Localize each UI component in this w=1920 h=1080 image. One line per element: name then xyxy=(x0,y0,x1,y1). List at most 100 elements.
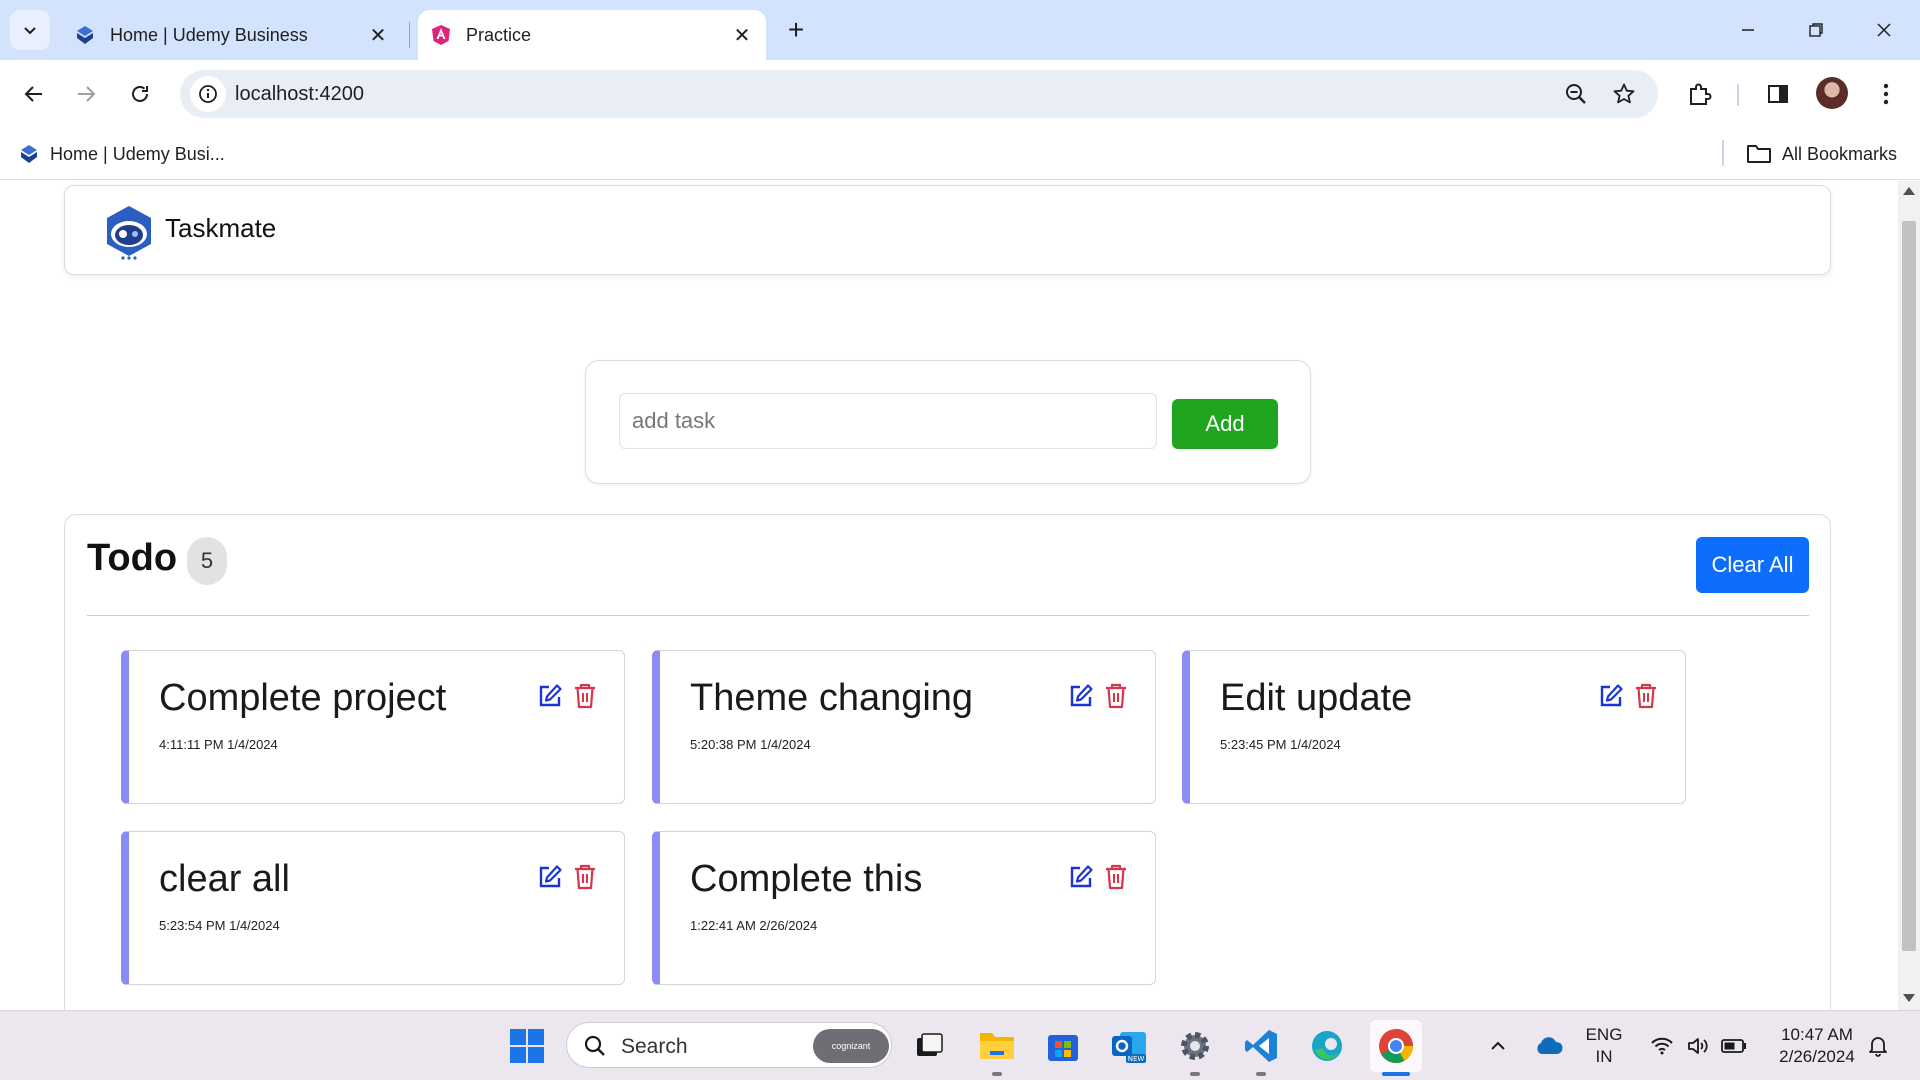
trash-icon[interactable] xyxy=(1634,683,1658,709)
address-bar[interactable]: localhost:4200 xyxy=(180,70,1658,118)
edit-icon[interactable] xyxy=(1068,864,1094,890)
store-button[interactable] xyxy=(1042,1025,1084,1067)
minimize-button[interactable] xyxy=(1728,10,1768,50)
brand-name: Taskmate xyxy=(165,213,277,243)
task-view-button[interactable] xyxy=(908,1025,950,1067)
running-indicator xyxy=(1256,1072,1266,1076)
edge-button[interactable] xyxy=(1306,1025,1348,1067)
bookmark-star-button[interactable] xyxy=(1608,78,1640,110)
chrome-button[interactable] xyxy=(1370,1020,1422,1072)
wifi-button[interactable] xyxy=(1644,1025,1680,1067)
clear-all-button[interactable]: Clear All xyxy=(1696,537,1809,593)
tab-udemy[interactable]: Home | Udemy Business ✕ xyxy=(62,10,402,60)
settings-button[interactable] xyxy=(1174,1025,1216,1067)
task-name: Edit update xyxy=(1220,677,1413,719)
extensions-button[interactable] xyxy=(1680,74,1720,114)
add-button[interactable]: Add xyxy=(1172,399,1278,449)
tab-practice[interactable]: Practice ✕ xyxy=(418,10,766,60)
task-name: Theme changing xyxy=(690,677,974,719)
scroll-down-arrow[interactable] xyxy=(1903,994,1915,1002)
battery-button[interactable] xyxy=(1716,1025,1752,1067)
trash-icon[interactable] xyxy=(573,683,597,709)
start-button[interactable] xyxy=(506,1025,548,1067)
edit-icon[interactable] xyxy=(537,683,563,709)
angular-favicon-icon xyxy=(432,25,450,45)
task-card: clear all 5:23:54 PM 1/4/2024 xyxy=(121,831,625,985)
clock[interactable]: 10:47 AM 2/26/2024 xyxy=(1762,1024,1872,1068)
new-tab-button[interactable]: + xyxy=(780,14,812,46)
all-bookmarks-button[interactable]: All Bookmarks xyxy=(1746,138,1897,170)
show-hidden-icons-button[interactable] xyxy=(1480,1025,1516,1067)
trash-icon[interactable] xyxy=(1104,864,1128,890)
all-bookmarks-label: All Bookmarks xyxy=(1782,143,1898,164)
bookmarks-separator xyxy=(1722,140,1724,166)
scroll-thumb[interactable] xyxy=(1902,221,1916,951)
file-explorer-button[interactable] xyxy=(976,1025,1018,1067)
chevron-down-icon xyxy=(24,27,36,35)
notifications-button[interactable] xyxy=(1860,1025,1896,1067)
task-view-icon xyxy=(917,1033,943,1056)
task-name: clear all xyxy=(159,858,290,900)
scroll-up-arrow[interactable] xyxy=(1903,187,1915,195)
page-scrollbar[interactable] xyxy=(1898,181,1920,1010)
trash-icon[interactable] xyxy=(1104,683,1128,709)
bookmark-label: Home | Udemy Busi... xyxy=(50,143,225,164)
speaker-icon xyxy=(1688,1038,1708,1054)
todo-count-badge: 5 xyxy=(187,537,227,585)
todo-divider xyxy=(87,615,1809,616)
outlook-button[interactable]: NEW xyxy=(1108,1025,1150,1067)
tab-search-button[interactable] xyxy=(10,10,50,50)
task-timestamp: 5:23:45 PM 1/4/2024 xyxy=(1220,737,1341,752)
zoom-button[interactable] xyxy=(1560,78,1592,110)
task-card: Complete this 1:22:41 AM 2/26/2024 xyxy=(652,831,1156,985)
site-info-button[interactable] xyxy=(190,76,226,112)
puzzle-icon xyxy=(1690,83,1712,105)
profile-avatar[interactable] xyxy=(1816,77,1848,109)
chevron-up-icon xyxy=(1491,1041,1505,1050)
tab-strip: Home | Udemy Business ✕ Practice ✕ + xyxy=(0,0,1920,60)
add-task-form: Add xyxy=(585,360,1311,484)
trash-icon[interactable] xyxy=(573,864,597,890)
onedrive-button[interactable] xyxy=(1530,1025,1568,1067)
vscode-button[interactable] xyxy=(1240,1025,1282,1067)
language-indicator[interactable]: ENG IN xyxy=(1576,1024,1632,1068)
arrow-left-icon xyxy=(24,86,42,102)
bookmark-udemy[interactable]: Home | Udemy Busi... xyxy=(18,138,225,170)
tab-close-icon[interactable]: ✕ xyxy=(366,23,390,47)
active-indicator xyxy=(1382,1072,1410,1076)
edit-icon[interactable] xyxy=(537,864,563,890)
task-card: Edit update 5:23:45 PM 1/4/2024 xyxy=(1182,650,1686,804)
volume-button[interactable] xyxy=(1680,1025,1716,1067)
reload-button[interactable] xyxy=(120,74,160,114)
windows-logo-icon xyxy=(510,1029,544,1063)
menu-button[interactable] xyxy=(1866,74,1906,114)
minimize-icon xyxy=(1742,29,1754,31)
task-input[interactable] xyxy=(619,393,1157,449)
cloud-icon xyxy=(1537,1037,1563,1054)
windows-taskbar: Search cognizant NEW ENG IN 10:47 AM 2/2… xyxy=(0,1010,1920,1080)
edit-icon[interactable] xyxy=(1068,683,1094,709)
tab-close-icon[interactable]: ✕ xyxy=(730,23,754,47)
folder-icon xyxy=(1747,145,1771,163)
taskbar-search[interactable]: Search cognizant xyxy=(566,1022,892,1068)
browser-toolbar: localhost:4200 xyxy=(0,60,1920,128)
back-button[interactable] xyxy=(14,74,54,114)
tab-separator xyxy=(409,22,410,48)
language-code: ENG xyxy=(1585,1025,1623,1044)
clock-date: 2/26/2024 xyxy=(1779,1047,1855,1066)
toolbar-separator xyxy=(1737,84,1739,106)
wifi-icon xyxy=(1651,1037,1673,1055)
restore-button[interactable] xyxy=(1796,10,1836,50)
edit-icon[interactable] xyxy=(1598,683,1624,709)
forward-button[interactable] xyxy=(66,74,106,114)
udemy-favicon-icon xyxy=(77,26,93,44)
side-panel-button[interactable] xyxy=(1758,74,1798,114)
udemy-favicon-icon xyxy=(21,145,37,163)
svg-text:NEW: NEW xyxy=(1128,1055,1145,1063)
page-viewport: Taskmate Add Todo 5 Clear All Complete p… xyxy=(0,181,1898,1010)
running-indicator xyxy=(992,1072,1002,1076)
task-timestamp: 4:11:11 PM 1/4/2024 xyxy=(159,737,278,752)
close-window-button[interactable] xyxy=(1864,10,1904,50)
running-indicator xyxy=(1190,1072,1200,1076)
robot-logo-icon xyxy=(107,206,151,260)
